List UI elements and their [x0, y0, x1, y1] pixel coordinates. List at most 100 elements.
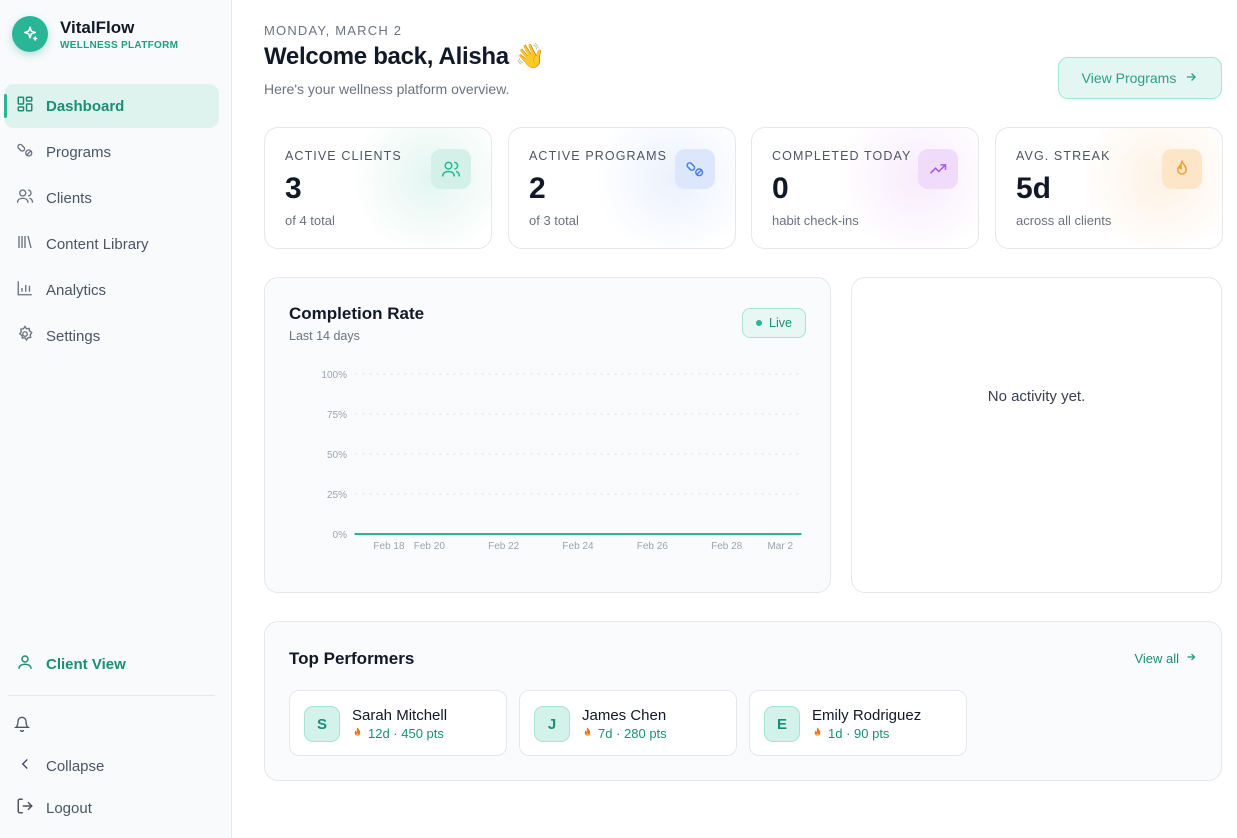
performer-name: James Chen — [582, 707, 667, 724]
performer-stats-text: 12d · 450 pts — [368, 726, 444, 741]
brand-name: VitalFlow — [60, 17, 135, 37]
view-all-link[interactable]: View all — [1134, 651, 1197, 666]
performer-card[interactable]: J James Chen 7d · 280 pts — [519, 690, 737, 756]
x-tick-label: Feb 22 — [488, 541, 520, 552]
stat-label: ACTIVE CLIENTS — [285, 149, 402, 163]
flame-icon — [582, 726, 593, 741]
user-icon — [16, 653, 34, 675]
data-point — [465, 533, 468, 535]
x-tick-label: Feb 26 — [637, 541, 669, 552]
users-icon — [16, 187, 34, 209]
logout-label: Logout — [46, 799, 92, 817]
card-glow — [341, 128, 491, 248]
card-glow — [828, 128, 978, 248]
logout-button[interactable]: Logout — [4, 790, 219, 826]
pills-icon — [675, 149, 715, 189]
sidebar-item-settings[interactable]: Settings — [4, 314, 219, 358]
client-view-link[interactable]: Client View — [4, 644, 219, 684]
avatar: S — [304, 706, 340, 742]
dashboard-icon — [16, 95, 34, 117]
sidebar-nav: Dashboard Programs Clients Content Libra… — [4, 84, 219, 360]
stat-card-completed-today[interactable]: COMPLETED TODAY 0 habit check-ins — [751, 127, 979, 249]
performer-name: Sarah Mitchell — [352, 707, 448, 724]
sidebar-item-dashboard[interactable]: Dashboard — [4, 84, 219, 128]
stat-card-avg-streak[interactable]: AVG. STREAK 5d across all clients — [995, 127, 1223, 249]
y-tick-label: 100% — [321, 370, 347, 381]
sidebar-item-analytics[interactable]: Analytics — [4, 268, 219, 312]
data-point — [763, 533, 765, 535]
sidebar: VitalFlow WELLNESS PLATFORM Dashboard Pr… — [0, 0, 232, 838]
x-tick-label: Feb 24 — [562, 541, 594, 552]
flame-icon — [812, 726, 823, 741]
y-tick-label: 25% — [327, 490, 347, 501]
sidebar-divider — [8, 695, 215, 696]
client-view-label: Client View — [46, 655, 126, 673]
completion-rate-card: Completion Rate Last 14 days Live 100% 75… — [264, 277, 831, 593]
top-performers-card: Top Performers View all S Sarah Mitchell… — [264, 621, 1222, 781]
avatar: J — [534, 706, 570, 742]
collapse-label: Collapse — [46, 757, 105, 775]
performer-stats: 12d · 450 pts — [352, 726, 444, 741]
arrow-right-icon — [1184, 70, 1198, 87]
stat-subtext: habit check-ins — [772, 213, 859, 228]
logout-icon — [16, 797, 34, 819]
arrow-right-icon — [1185, 651, 1197, 666]
stat-value: 3 — [285, 172, 302, 205]
users-icon — [431, 149, 471, 189]
x-tick-label: Mar 2 — [767, 541, 793, 552]
stat-value: 0 — [772, 172, 789, 205]
bar-chart-icon — [16, 279, 34, 301]
sidebar-item-label: Clients — [46, 189, 92, 207]
trend-up-icon — [918, 149, 958, 189]
sidebar-item-label: Analytics — [46, 281, 107, 299]
performer-stats-text: 7d · 280 pts — [598, 726, 667, 741]
x-tick-label: Feb 18 — [373, 541, 405, 552]
stat-value: 2 — [529, 172, 546, 205]
brand[interactable]: VitalFlow WELLNESS PLATFORM — [12, 16, 178, 52]
data-point — [688, 533, 691, 535]
performer-card[interactable]: E Emily Rodriguez 1d · 90 pts — [749, 690, 967, 756]
flame-icon — [352, 726, 363, 741]
performer-stats-text: 1d · 90 pts — [828, 726, 890, 741]
activity-empty-message: No activity yet. — [987, 388, 1086, 405]
current-date: MONDAY, MARCH 2 — [264, 23, 403, 38]
sidebar-item-clients[interactable]: Clients — [4, 176, 219, 220]
chevron-left-icon — [16, 755, 34, 777]
view-programs-button[interactable]: View Programs — [1058, 57, 1222, 99]
top-performers-title: Top Performers — [289, 649, 415, 668]
gear-icon — [16, 325, 34, 347]
stat-label: ACTIVE PROGRAMS — [529, 149, 668, 163]
collapse-button[interactable]: Collapse — [4, 748, 219, 784]
sidebar-item-label: Programs — [46, 143, 112, 161]
y-tick-label: 0% — [333, 530, 348, 541]
performer-stats: 7d · 280 pts — [582, 726, 667, 741]
stat-card-active-clients[interactable]: ACTIVE CLIENTS 3 of 4 total — [264, 127, 492, 249]
sidebar-item-content-library[interactable]: Content Library — [4, 222, 219, 266]
sidebar-item-label: Content Library — [46, 235, 149, 253]
sparkle-icon — [12, 16, 48, 52]
pills-icon — [16, 141, 34, 163]
stat-value: 5d — [1016, 172, 1052, 205]
data-point — [502, 533, 505, 535]
bell-icon[interactable] — [13, 716, 32, 734]
data-point — [428, 533, 431, 535]
data-point — [540, 533, 542, 535]
data-point — [577, 533, 579, 535]
view-all-label: View all — [1134, 651, 1179, 666]
stat-subtext: across all clients — [1016, 213, 1112, 228]
y-tick-label: 50% — [327, 450, 347, 461]
performer-stats: 1d · 90 pts — [812, 726, 889, 741]
sidebar-item-label: Settings — [46, 327, 101, 345]
library-icon — [16, 233, 34, 255]
data-point — [391, 533, 393, 535]
card-glow — [585, 128, 735, 248]
view-programs-label: View Programs — [1081, 70, 1177, 86]
data-point — [651, 533, 654, 535]
stat-label: COMPLETED TODAY — [772, 149, 912, 163]
completion-chart: 100% 75% 50% 25% 0% Feb 18 Feb 20 Feb 22 Feb 24 F… — [321, 370, 802, 552]
sidebar-item-programs[interactable]: Programs — [4, 130, 219, 174]
performer-card[interactable]: S Sarah Mitchell 12d · 450 pts — [289, 690, 507, 756]
stat-label: AVG. STREAK — [1016, 149, 1111, 163]
stat-card-active-programs[interactable]: ACTIVE PROGRAMS 2 of 3 total — [508, 127, 736, 249]
page-title: Welcome back, Alisha 👋 — [264, 43, 545, 70]
